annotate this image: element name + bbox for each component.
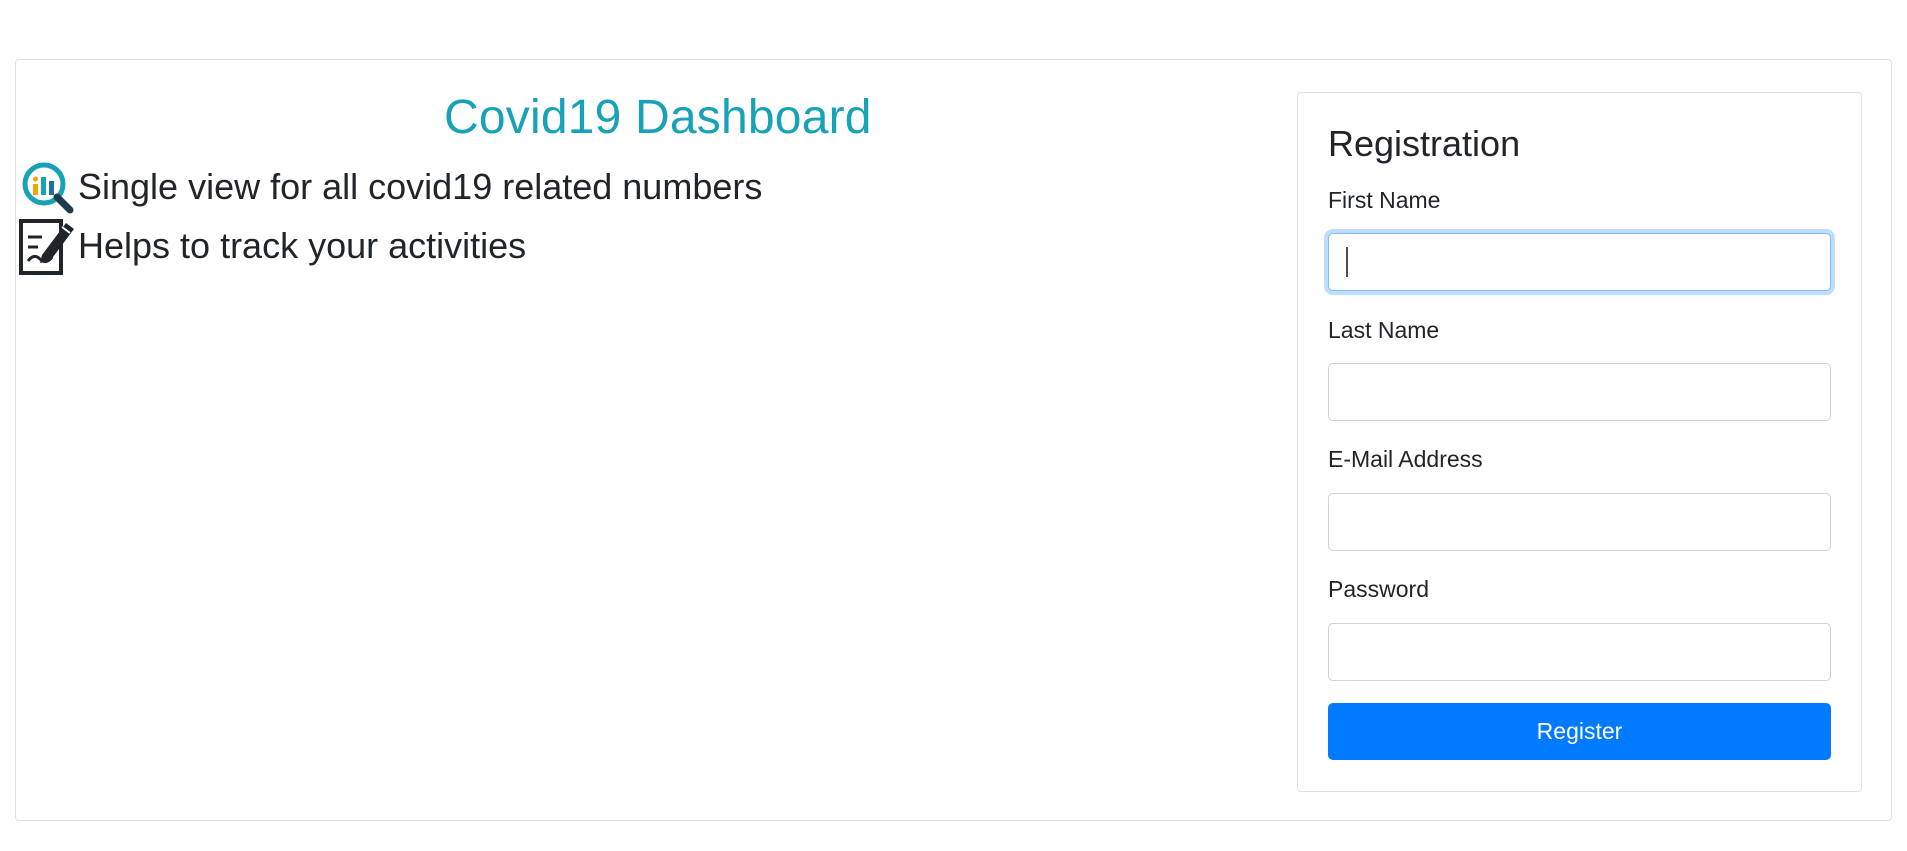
registration-title: Registration <box>1328 123 1521 164</box>
registration-card: Registration First Name Last Name E-Mail… <box>1297 92 1862 792</box>
hero-section: Covid19 Dashboard Single view for all co… <box>16 60 1296 820</box>
analytics-search-icon <box>18 156 76 218</box>
last-name-input[interactable] <box>1328 363 1831 421</box>
feature-item-single-view: Single view for all covid19 related numb… <box>18 156 762 218</box>
first-name-label: First Name <box>1328 187 1441 213</box>
last-name-label: Last Name <box>1328 317 1440 343</box>
text-cursor <box>1346 247 1348 277</box>
email-label: E-Mail Address <box>1328 446 1483 472</box>
password-input[interactable] <box>1328 623 1831 681</box>
first-name-input[interactable] <box>1328 233 1831 291</box>
main-card: Covid19 Dashboard Single view for all co… <box>15 59 1892 821</box>
document-edit-icon <box>18 215 76 277</box>
feature-text: Helps to track your activities <box>78 225 527 266</box>
page-title: Covid19 Dashboard <box>444 91 872 144</box>
email-input[interactable] <box>1328 493 1831 551</box>
feature-text: Single view for all covid19 related numb… <box>78 166 763 207</box>
feature-item-track-activities: Helps to track your activities <box>18 215 526 277</box>
password-label: Password <box>1328 576 1429 602</box>
register-button[interactable]: Register <box>1328 703 1831 760</box>
